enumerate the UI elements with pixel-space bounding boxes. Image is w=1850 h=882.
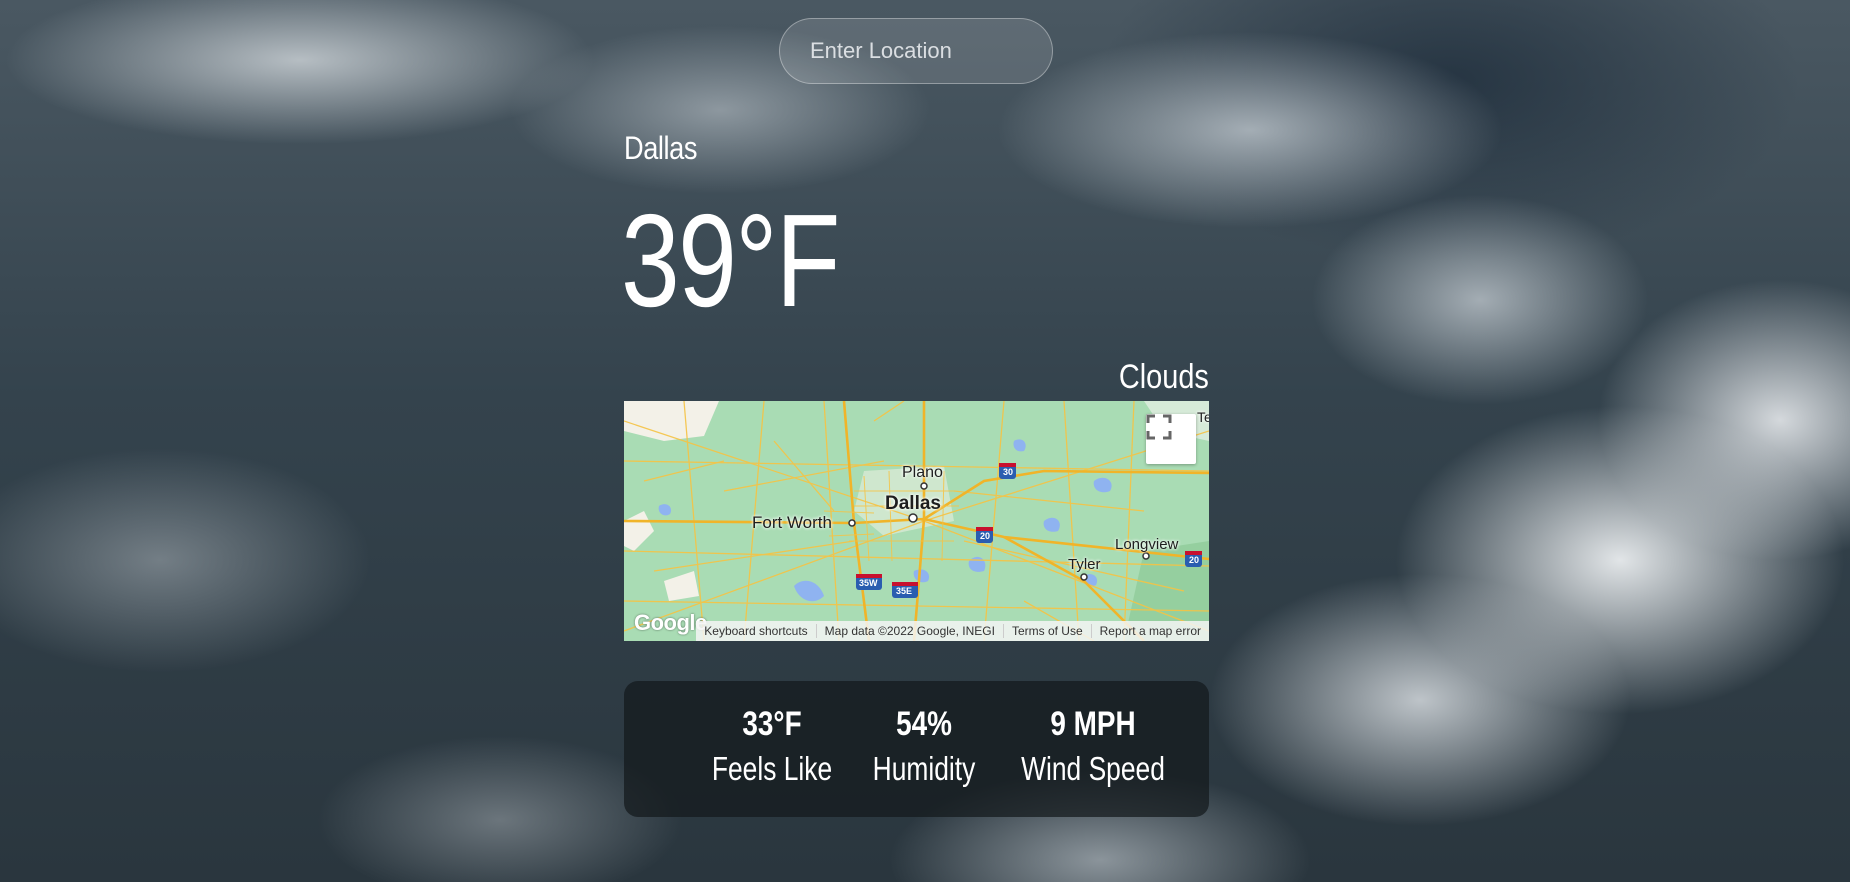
- map-shield-20-east: 20: [1189, 555, 1200, 565]
- map-fullscreen-button[interactable]: [1146, 414, 1196, 464]
- map-label-longview: Longview: [1115, 536, 1179, 553]
- weather-stats-panel: 33°F Feels Like 54% Humidity 9 MPH Wind …: [624, 681, 1209, 817]
- report-map-error-link[interactable]: Report a map error: [1090, 624, 1209, 638]
- feels-like-value: 33°F: [742, 705, 802, 743]
- location-search-input[interactable]: [779, 18, 1053, 84]
- map-label-fort-worth: Fort Worth: [752, 513, 832, 532]
- feels-like-label: Feels Like: [711, 750, 833, 787]
- weather-app: Dallas 39°F Clouds: [0, 0, 1850, 882]
- wind-speed-label: Wind Speed: [1021, 750, 1165, 787]
- feels-like-stat: 33°F Feels Like: [692, 705, 852, 788]
- location-map[interactable]: 30 20 20 35W 35E Te Plano Dallas Fort Wo…: [624, 401, 1209, 641]
- map-shield-35w: 35W: [859, 578, 878, 588]
- wind-speed-value: 9 MPH: [1050, 705, 1136, 743]
- map-label-dallas: Dallas: [885, 493, 941, 514]
- wind-speed-stat: 9 MPH Wind Speed: [1003, 705, 1183, 788]
- map-label-tyler: Tyler: [1068, 556, 1101, 573]
- map-shield-30: 30: [1003, 467, 1014, 477]
- city-name: Dallas: [624, 130, 698, 166]
- fullscreen-icon: [1146, 414, 1172, 440]
- map-shield-35e: 35E: [896, 586, 913, 596]
- humidity-value: 54%: [896, 705, 952, 743]
- map-tiles: [624, 401, 1209, 641]
- keyboard-shortcuts-link[interactable]: Keyboard shortcuts: [696, 624, 815, 638]
- humidity-label: Humidity: [872, 750, 976, 787]
- map-data-text: Map data ©2022 Google, INEGI: [815, 624, 1003, 638]
- current-temperature: 39°F: [621, 187, 840, 334]
- terms-of-use-link[interactable]: Terms of Use: [1002, 624, 1091, 638]
- weather-description: Clouds: [1119, 358, 1209, 396]
- map-attribution-bar: Keyboard shortcuts Map data ©2022 Google…: [696, 621, 1209, 641]
- humidity-stat: 54% Humidity: [844, 705, 1004, 788]
- map-shield-20: 20: [980, 531, 991, 541]
- map-label-plano: Plano: [902, 464, 943, 481]
- map-label-edge: Te: [1197, 409, 1209, 425]
